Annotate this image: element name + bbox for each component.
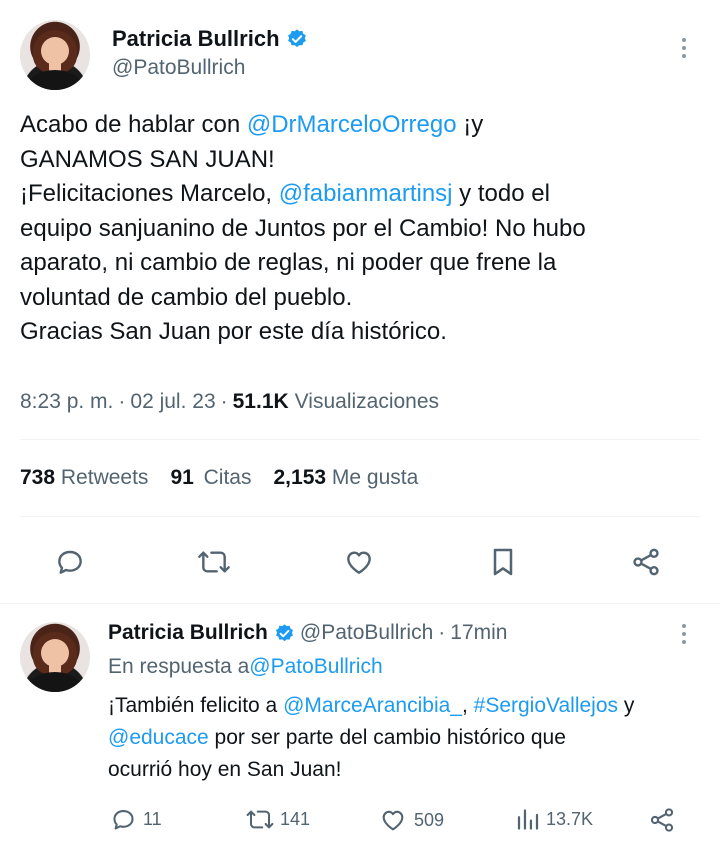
- body-text: ¡y: [456, 111, 484, 138]
- like-count: 509: [414, 809, 445, 830]
- verified-badge-icon: [287, 29, 306, 47]
- verified-badge-icon: [275, 623, 293, 641]
- reply-icon: [113, 810, 134, 830]
- body-text: ,: [461, 694, 474, 717]
- views-action[interactable]: 13.7K: [514, 806, 593, 833]
- divider: [20, 439, 700, 440]
- retweet-icon[interactable]: [196, 546, 232, 583]
- avatar[interactable]: [20, 20, 90, 90]
- separator: ·: [118, 390, 126, 413]
- body-text: ocurrió hoy en San Juan!: [108, 758, 342, 781]
- body-text: ¡También felicito a: [108, 694, 284, 717]
- views-count: 13.7K: [546, 809, 594, 829]
- body-text: GANAMOS SAN JUAN!: [20, 145, 275, 173]
- body-text: y todo el: [452, 180, 550, 207]
- body-text: equipo sanjuanino de Juntos por el Cambi…: [20, 214, 586, 242]
- tweet-meta: 8:23 p. m. · 02 jul. 23 · 51.1K Visualiz…: [20, 390, 439, 414]
- retweet-count: 141: [280, 809, 311, 829]
- separator: ·: [220, 390, 228, 413]
- share-icon[interactable]: [648, 806, 676, 839]
- reply-to-link[interactable]: @PatoBullrich: [249, 655, 382, 679]
- share-icon[interactable]: [630, 546, 662, 583]
- like-action[interactable]: 509: [378, 806, 444, 834]
- more-options-icon[interactable]: [681, 38, 687, 58]
- author-handle[interactable]: @PatoBullrich: [112, 56, 245, 80]
- reply-context-label: En respuesta a: [108, 655, 250, 678]
- tweet-body: Acabo de hablar con @DrMarceloOrrego ¡y …: [20, 108, 710, 350]
- retweet-action[interactable]: 141: [244, 806, 310, 833]
- retweet-icon: [246, 810, 274, 829]
- mention-link[interactable]: @MarceArancibia_: [283, 694, 462, 717]
- bookmark-icon[interactable]: [488, 546, 518, 583]
- reply-action[interactable]: 11: [110, 806, 162, 833]
- retweets-stat[interactable]: 738 Retweets: [20, 466, 148, 490]
- reply-icon[interactable]: [54, 546, 86, 583]
- mention-link[interactable]: @DrMarceloOrrego: [247, 111, 457, 138]
- hashtag-link[interactable]: #SergioVallejos: [474, 694, 618, 717]
- more-options-icon[interactable]: [681, 624, 687, 644]
- heart-icon[interactable]: [342, 546, 376, 583]
- body-text: aparato, ni cambio de reglas, ni poder q…: [20, 249, 557, 276]
- avatar[interactable]: [20, 622, 90, 692]
- body-text: Acabo de hablar con: [20, 111, 247, 138]
- mention-link[interactable]: @fabianmartinsj: [279, 180, 453, 207]
- author-name[interactable]: Patricia Bullrich: [112, 26, 280, 52]
- views-chart-icon: [517, 809, 539, 830]
- body-text: y: [618, 694, 635, 717]
- divider: [0, 603, 720, 604]
- author-name[interactable]: Patricia Bullrich: [108, 621, 268, 645]
- body-text: Gracias San Juan por este día histórico.: [20, 318, 447, 345]
- body-text: por ser parte del cambio histórico que: [208, 726, 566, 749]
- tweet-date[interactable]: 02 jul. 23: [130, 390, 215, 414]
- author-handle[interactable]: @PatoBullrich: [300, 621, 433, 645]
- body-text: ¡Felicitaciones Marcelo,: [20, 180, 279, 207]
- heart-icon: [382, 810, 404, 831]
- views-count: 51.1K: [232, 390, 289, 413]
- body-text: voluntad de cambio del pueblo.: [20, 283, 353, 311]
- reply-body: ¡También felicito a @MarceArancibia_, #S…: [108, 690, 708, 786]
- divider: [20, 516, 700, 517]
- tweet-time[interactable]: 8:23 p. m.: [20, 390, 113, 414]
- reply-count: 11: [143, 809, 162, 829]
- views-label: Visualizaciones: [294, 390, 440, 413]
- mention-link[interactable]: @educace: [108, 726, 209, 749]
- separator: ·: [438, 621, 446, 644]
- tweet-stats: 738 Retweets 91 Citas 2,153 Me gusta: [20, 466, 418, 490]
- tweet-time[interactable]: 17min: [450, 621, 507, 645]
- likes-stat[interactable]: 2,153 Me gusta: [274, 466, 419, 490]
- quotes-stat[interactable]: 91 Citas: [170, 466, 251, 490]
